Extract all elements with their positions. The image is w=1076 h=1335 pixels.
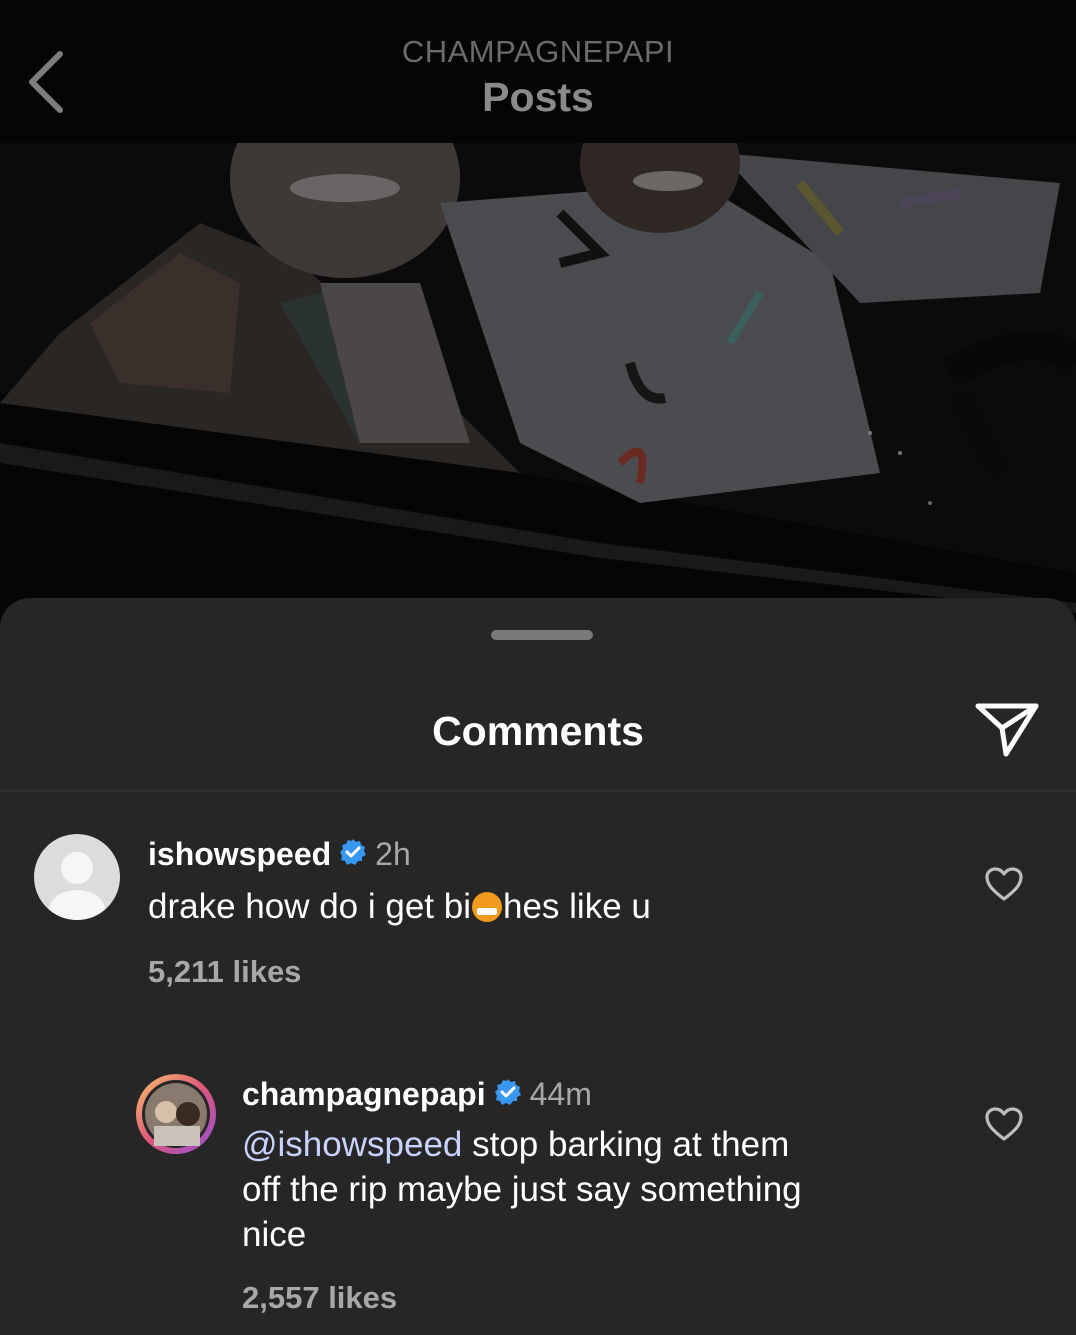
profile-photo-avatar [142,1080,210,1148]
comments-title: Comments [432,708,644,754]
reply-time: 44m [529,1076,592,1112]
comment-time: 2h [375,836,411,872]
comment-username[interactable]: ishowspeed [148,836,331,873]
like-button[interactable] [984,866,1024,902]
reply-text-line: off the rip maybe just say something [242,1170,802,1209]
post-photo [0,143,1076,623]
comments-sheet: Comments ishowspeed 2h drake how do i ge… [0,598,1076,1335]
sheet-drag-handle[interactable] [491,630,593,640]
reply-text-line: nice [242,1215,307,1254]
post-header: CHAMPAGNEPAPI Posts [0,0,1076,143]
divider [0,790,1076,792]
reply-item: champagnepapi 44m @ishowspeed stop barki… [0,1068,1076,1328]
reply-username[interactable]: champagnepapi [242,1076,486,1113]
mention-link[interactable]: @ishowspeed [242,1125,462,1164]
avatar[interactable] [136,1074,216,1154]
heart-outline-icon [985,867,1023,901]
comment-item: ishowspeed 2h drake how do i get bi hes l… [0,828,1076,998]
page-title: Posts [482,74,594,120]
avatar[interactable] [34,834,120,920]
account-name[interactable]: CHAMPAGNEPAPI [0,34,1076,70]
comment-text: drake how do i get bi hes like u [148,884,651,929]
reply-text: @ishowspeed stop barking at them off the… [242,1122,942,1257]
reply-text-line: @ishowspeed stop barking at them [242,1122,942,1167]
like-button[interactable] [984,1106,1024,1142]
comment-text-part: hes like u [502,887,651,926]
comment-likes[interactable]: 5,211 likes [148,954,301,990]
heart-outline-icon [985,1107,1023,1141]
comment-text-part: drake how do i get bi [148,887,471,926]
verified-badge-icon [494,1078,522,1111]
grimacing-censored-emoji-icon [471,892,502,922]
share-button[interactable] [972,698,1042,760]
reply-likes[interactable]: 2,557 likes [242,1280,397,1316]
default-avatar-icon [49,852,105,920]
verified-badge-icon [339,838,367,871]
paper-plane-icon [975,703,1039,757]
reply-text-part: stop barking at them [462,1125,790,1164]
